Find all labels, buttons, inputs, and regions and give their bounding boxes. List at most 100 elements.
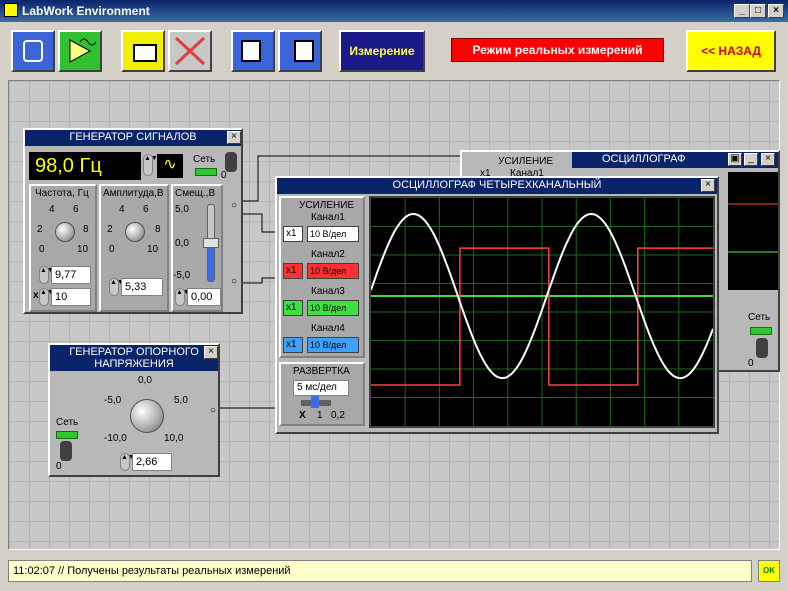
- offset-slider-thumb[interactable]: [203, 238, 219, 248]
- reference-title: ГЕНЕРАТОР ОПОРНОГО НАПРЯЖЕНИЯ: [50, 345, 218, 371]
- osc-close-button[interactable]: ×: [761, 153, 775, 166]
- generator-net-value: 0: [221, 170, 227, 181]
- osc4-screen: [369, 196, 715, 428]
- channel-multiplier[interactable]: х1: [283, 226, 303, 242]
- freq-tick: 8: [83, 224, 89, 235]
- osc4-gain-section: УСИЛЕНИЕ Канал1 х1 10 В/дел Канал2 х1 10 …: [279, 196, 365, 358]
- amp-tick: 4: [119, 204, 125, 215]
- offset-tick: 5,0: [175, 204, 189, 215]
- offset-spinner[interactable]: ▲▼: [175, 288, 190, 306]
- reference-knob[interactable]: [130, 399, 164, 433]
- amp-tick: 8: [155, 224, 161, 235]
- reference-output-terminal-icon: ○: [210, 405, 217, 416]
- offset-label: Смещ.,В: [175, 188, 216, 199]
- offset-tick: 0,0: [175, 238, 189, 249]
- reference-tick: 0,0: [138, 375, 152, 386]
- offset-section: Смещ.,В 5,0 0,0 -5,0 ▲▼ 0,00: [171, 184, 223, 312]
- reference-tick: -5,0: [104, 395, 122, 406]
- sync-terminal-icon: ○: [231, 276, 238, 287]
- osc4-title: ОСЦИЛЛОГРАФ ЧЕТЫРЕХКАНАЛЬНЫЙ: [277, 178, 717, 194]
- amplitude-label: Амплитуда,В: [103, 188, 164, 199]
- osc-screen: [728, 172, 778, 290]
- generator-net-label: Сеть: [193, 154, 216, 165]
- reference-tick: -10,0: [104, 433, 127, 444]
- channel-multiplier[interactable]: х1: [283, 337, 303, 353]
- osc4-sweep-section: РАЗВЕРТКА 5 мс/дел X 1 0,2: [279, 362, 365, 426]
- freq-tick: 10: [77, 244, 89, 255]
- sweep-label: РАЗВЕРТКА: [293, 366, 350, 377]
- generator-power-switch[interactable]: [225, 152, 237, 172]
- sweep-field[interactable]: 5 мс/дел: [293, 380, 349, 396]
- status-ok-button[interactable]: OK: [758, 560, 780, 582]
- osc4-gain-label: УСИЛЕНИЕ: [299, 200, 355, 211]
- sweep-max-label: 0,2: [331, 410, 345, 421]
- reference-title-line1: ГЕНЕРАТОР ОПОРНОГО: [69, 346, 199, 358]
- generator-power-led: [195, 168, 217, 176]
- amplitude-knob[interactable]: [125, 222, 145, 242]
- amp-tick: 6: [143, 204, 149, 215]
- reference-spinner[interactable]: ▲▼: [120, 453, 135, 471]
- frequency-spinner[interactable]: ▲▼: [39, 266, 54, 284]
- channel-label: Канал1: [311, 212, 345, 223]
- amplitude-field[interactable]: 5,33: [121, 278, 163, 296]
- frequency-field[interactable]: 9,77: [51, 266, 91, 284]
- sweep-x-label: X: [299, 410, 306, 421]
- generator-close-button[interactable]: ×: [227, 131, 241, 144]
- freq-tick: 6: [73, 204, 79, 215]
- osc-power-led: [750, 327, 772, 335]
- reference-close-button[interactable]: ×: [204, 346, 218, 359]
- osc-minimize-button[interactable]: _: [744, 153, 758, 166]
- multiplier-field[interactable]: 10: [51, 288, 91, 306]
- reference-tick: 10,0: [164, 433, 184, 444]
- multiplier-spinner[interactable]: ▲▼: [39, 288, 54, 306]
- freq-tick: 4: [49, 204, 55, 215]
- reference-net-value: 0: [56, 461, 62, 472]
- channel-label: Канал3: [311, 286, 345, 297]
- channel-multiplier[interactable]: х1: [283, 300, 303, 316]
- output-terminal-icon: ○: [231, 200, 238, 211]
- osc-power-switch[interactable]: [756, 338, 768, 358]
- amp-tick: 2: [107, 224, 113, 235]
- reference-field[interactable]: 2,66: [132, 453, 172, 471]
- amp-tick: 10: [147, 244, 159, 255]
- status-text: 11:02:07 // Получены результаты реальных…: [13, 565, 291, 577]
- generator-title: ГЕНЕРАТОР СИГНАЛОВ: [25, 130, 241, 146]
- signal-generator-panel: ГЕНЕРАТОР СИГНАЛОВ × 98,0 Гц ▲▼ ∿ Сеть 0…: [23, 128, 243, 314]
- osc-net-value: 0: [748, 358, 754, 369]
- frequency-section: Частота, Гц 4 6 2 8 0 10 ▲▼ 9,77 x ▲▼ 10: [29, 184, 97, 312]
- frequency-display: 98,0 Гц: [29, 152, 141, 180]
- reference-power-led: [56, 431, 78, 439]
- osc-config-icon[interactable]: ▣: [728, 153, 742, 166]
- waveform-spinner[interactable]: ▲▼: [143, 154, 158, 176]
- reference-generator-panel: ГЕНЕРАТОР ОПОРНОГО НАПРЯЖЕНИЯ × Сеть 0 0…: [48, 343, 220, 477]
- freq-tick: 2: [37, 224, 43, 235]
- offset-field[interactable]: 0,00: [187, 288, 221, 306]
- offset-tick: -5,0: [173, 270, 191, 281]
- sweep-min-label: 1: [317, 410, 323, 421]
- channel-scale-field[interactable]: 10 В/дел: [307, 300, 359, 316]
- waveform-sine-icon[interactable]: ∿: [157, 154, 183, 178]
- frequency-knob[interactable]: [55, 222, 75, 242]
- osc-gain-label: УСИЛЕНИЕ: [498, 156, 554, 167]
- reference-tick: 5,0: [174, 395, 188, 406]
- frequency-label: Частота, Гц: [35, 188, 89, 199]
- reference-net-label: Сеть: [56, 417, 79, 428]
- osc4-close-button[interactable]: ×: [701, 179, 715, 192]
- amplitude-spinner[interactable]: ▲▼: [109, 278, 124, 296]
- channel-label: Канал2: [311, 249, 345, 260]
- multiplier-prefix: x: [33, 290, 39, 301]
- channel-scale-field[interactable]: 10 В/дел: [307, 263, 359, 279]
- channel-label: Канал4: [311, 323, 345, 334]
- reference-title-line2: НАПРЯЖЕНИЯ: [94, 358, 174, 370]
- amp-tick: 0: [109, 244, 115, 255]
- sweep-slider-thumb[interactable]: [311, 396, 319, 408]
- channel-scale-field[interactable]: 10 В/дел: [307, 226, 359, 242]
- freq-tick: 0: [39, 244, 45, 255]
- status-bar: 11:02:07 // Получены результаты реальных…: [8, 560, 752, 582]
- amplitude-section: Амплитуда,В 4 6 2 8 0 10 ▲▼ 5,33: [99, 184, 169, 312]
- channel-multiplier[interactable]: х1: [283, 263, 303, 279]
- reference-power-switch[interactable]: [60, 441, 72, 461]
- osc4-traces: [370, 198, 714, 426]
- channel-scale-field[interactable]: 10 В/дел: [307, 337, 359, 353]
- osc-net-label: Сеть: [748, 312, 771, 323]
